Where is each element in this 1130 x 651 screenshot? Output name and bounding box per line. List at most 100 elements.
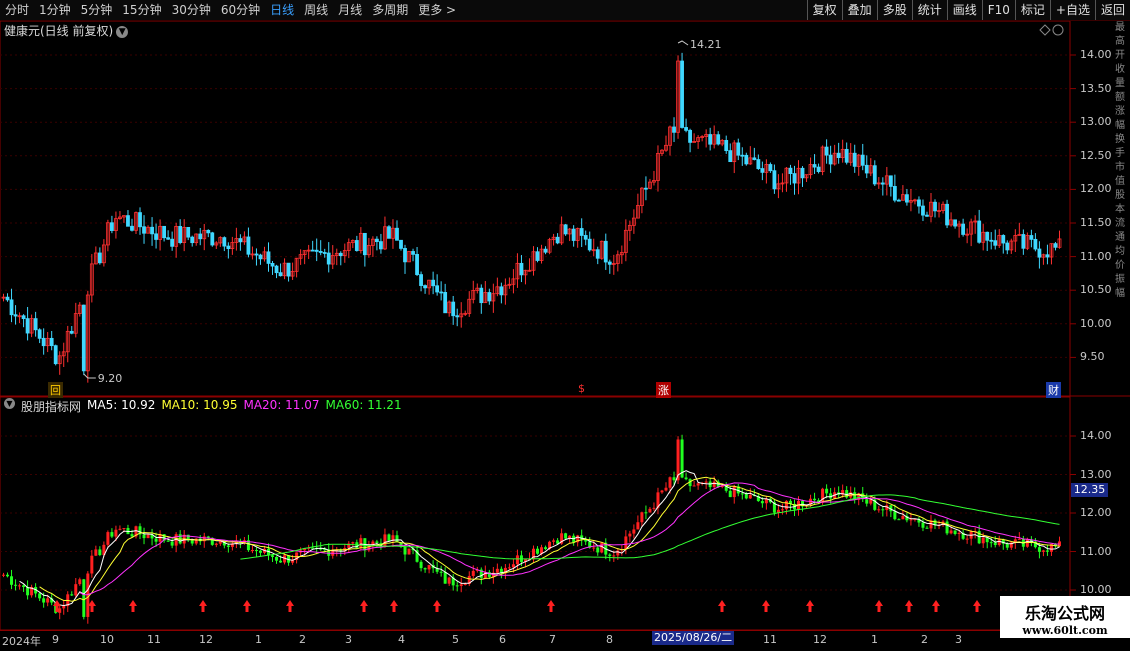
ind-candle-body: [22, 585, 26, 588]
kline-chart[interactable]: 14.21 9.20: [0, 21, 1130, 630]
indicator-legend: ▼ 股朋指标网 MA5: 10.92 MA10: 10.95 MA20: 11.07…: [4, 398, 402, 415]
candle-body: [993, 240, 998, 246]
ind-candle-body: [1017, 538, 1021, 540]
ind-candle-body: [427, 565, 431, 570]
indicator-axis-label: 13.00: [1080, 467, 1112, 481]
ind-candle-body: [881, 509, 885, 511]
candle-body: [274, 265, 279, 274]
ind-candle-body: [86, 573, 90, 617]
ind-candle-body: [459, 584, 463, 587]
tab-period-3[interactable]: 15分钟: [117, 0, 166, 20]
candle-body: [872, 165, 877, 185]
ind-candle-body: [696, 483, 700, 486]
date-axis-label: 3: [345, 633, 352, 646]
ind-candle-body: [712, 481, 716, 488]
candle-body: [375, 238, 379, 243]
ma-label-3: MA60: 11.21: [325, 398, 402, 412]
ind-candle-body: [901, 516, 905, 520]
ind-candle-body: [507, 567, 511, 569]
marker-hui[interactable]: 回: [48, 382, 63, 398]
candle-body: [138, 212, 142, 228]
ind-candle-body: [118, 528, 122, 530]
ind-candle-body: [226, 545, 230, 547]
ind-candle-body: [732, 486, 736, 498]
tab-period-1[interactable]: 1分钟: [34, 0, 76, 20]
candle-body: [190, 236, 195, 244]
candle-body: [864, 164, 869, 174]
ind-candle-body: [14, 584, 18, 586]
indicator-name[interactable]: 股朋指标网: [21, 398, 81, 415]
candle-body: [286, 262, 291, 277]
ma-labels: MA5: 10.92 MA10: 10.95 MA20: 11.07 MA60: 11…: [87, 398, 402, 415]
ind-candle-body: [592, 547, 596, 549]
buy-arrow-icon: [932, 600, 940, 612]
toolbar-button-5[interactable]: F10: [981, 0, 1015, 20]
toolbar-button-3[interactable]: 统计: [911, 0, 947, 20]
buy-arrow-icon: [875, 600, 883, 612]
ind-candle-body: [780, 509, 784, 511]
ind-candle-body: [640, 512, 644, 523]
candle-body: [555, 236, 560, 244]
ind-candle-body: [684, 477, 688, 480]
candle-body: [772, 170, 777, 190]
ind-candle-body: [190, 540, 194, 544]
date-axis-label: 11: [147, 633, 161, 646]
candle-body: [81, 304, 86, 372]
candle-body: [270, 263, 275, 267]
toolbar-button-4[interactable]: 画线: [946, 0, 982, 20]
tab-period-5[interactable]: 60分钟: [216, 0, 265, 20]
buy-arrow-icon: [762, 600, 770, 612]
date-axis-label: 6: [499, 633, 506, 646]
ind-candle-body: [511, 564, 515, 568]
candle-body: [828, 154, 833, 165]
kline-frame: [0, 21, 1071, 397]
candle-body: [760, 168, 765, 173]
ind-candle-body: [636, 522, 640, 530]
ind-candle-body: [692, 485, 696, 487]
candle-body: [487, 292, 492, 302]
ind-candle-body: [78, 579, 82, 585]
high-annotation: 14.21: [690, 38, 722, 51]
tab-period-7[interactable]: 周线: [299, 0, 333, 20]
tab-period-4[interactable]: 30分钟: [167, 0, 216, 20]
ind-candle-body: [552, 540, 556, 542]
candle-body: [5, 296, 10, 301]
candle-body: [583, 235, 588, 240]
ind-candle-body: [893, 511, 897, 520]
toolbar-button-8[interactable]: 返回: [1094, 0, 1130, 20]
tab-period-9[interactable]: 多周期: [367, 0, 413, 20]
candle-body: [716, 134, 721, 145]
ind-candle-body: [214, 543, 218, 545]
ind-candle-body: [258, 550, 262, 553]
marker-s[interactable]: $: [578, 382, 585, 395]
candle-body: [728, 150, 733, 163]
toolbar-button-6[interactable]: 标记: [1014, 0, 1050, 20]
candle-body: [499, 286, 504, 296]
tab-period-6[interactable]: 日线: [265, 0, 299, 20]
candle-body: [154, 233, 158, 240]
ind-candle-body: [42, 598, 46, 603]
candle-body: [13, 314, 18, 317]
low-annotation: 9.20: [98, 372, 123, 385]
ind-candle-body: [271, 555, 275, 557]
chevron-down-icon[interactable]: ▼: [4, 398, 15, 409]
date-axis-label: 1: [255, 633, 262, 646]
buy-arrow-icon: [286, 600, 294, 612]
tab-period-2[interactable]: 5分钟: [76, 0, 118, 20]
toolbar-button-2[interactable]: 多股: [876, 0, 912, 20]
ind-candle-body: [463, 584, 467, 586]
toolbar-button-1[interactable]: 叠加: [841, 0, 877, 20]
toolbar-button-0[interactable]: 复权: [806, 0, 842, 20]
tab-period-0[interactable]: 分时: [0, 0, 34, 20]
date-axis-label: 3: [955, 633, 962, 646]
toolbar-button-7[interactable]: +自选: [1049, 0, 1095, 20]
candle-body: [921, 205, 925, 216]
marker-zhang[interactable]: 涨: [656, 382, 671, 398]
date-axis-label: 12: [813, 633, 827, 646]
ind-candle-body: [359, 538, 363, 549]
ind-candle-body: [471, 570, 475, 576]
candle-body: [150, 226, 154, 235]
tab-period-8[interactable]: 月线: [333, 0, 367, 20]
tab-period-10[interactable]: 更多 >: [413, 0, 461, 20]
marker-cai[interactable]: 财: [1046, 382, 1061, 398]
